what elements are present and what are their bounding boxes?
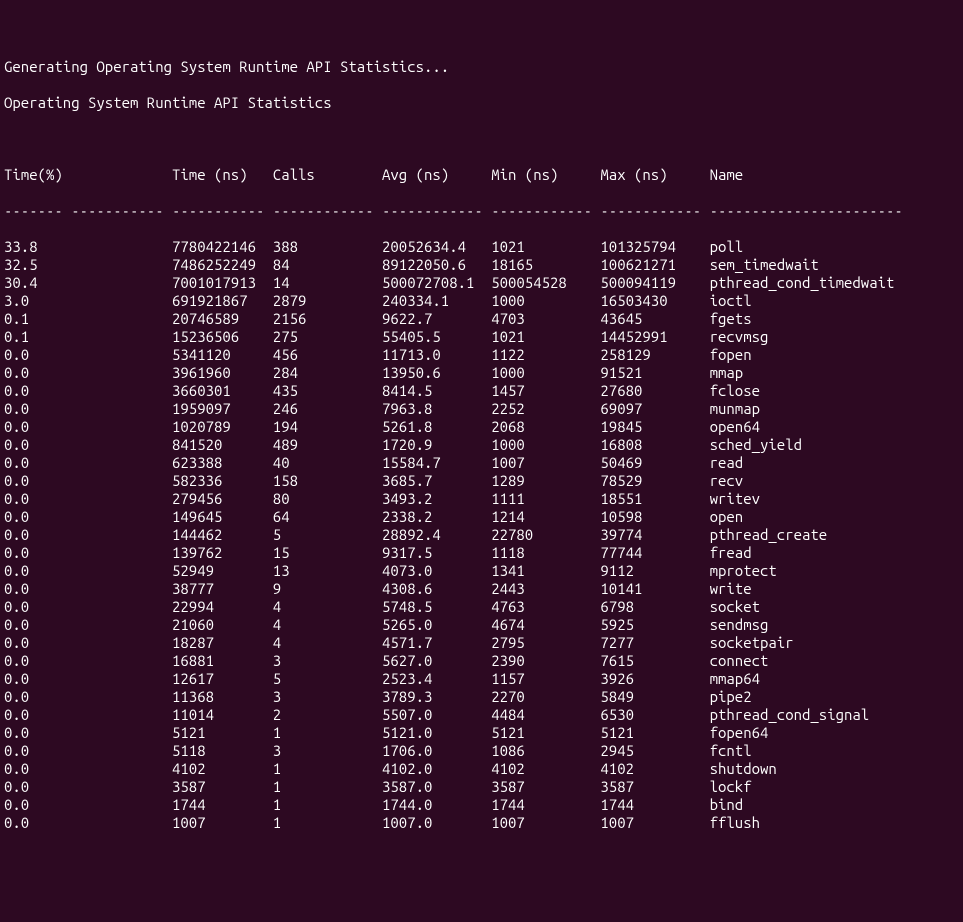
os-api-stats-row: 0.0 11014 2 5507.0 4484 6530 pthread_con… [4, 706, 963, 724]
section1-separator-row: ------- ----------- ----------- --------… [4, 202, 963, 220]
os-api-stats-row: 0.0 279456 80 3493.2 1111 18551 writev [4, 490, 963, 508]
terminal-screen[interactable]: Generating Operating System Runtime API … [0, 36, 963, 922]
section1-gen-line: Generating Operating System Runtime API … [4, 58, 963, 76]
os-api-stats-row: 0.0 4102 1 4102.0 4102 4102 shutdown [4, 760, 963, 778]
os-api-stats-row: 0.0 22994 4 5748.5 4763 6798 socket [4, 598, 963, 616]
section1-header-row: Time(%) Time (ns) Calls Avg (ns) Min (ns… [4, 166, 963, 184]
os-api-stats-row: 0.0 1744 1 1744.0 1744 1744 bind [4, 796, 963, 814]
os-api-stats-row: 0.0 623388 40 15584.7 1007 50469 read [4, 454, 963, 472]
os-api-stats-row: 0.0 3961960 284 13950.6 1000 91521 mmap [4, 364, 963, 382]
os-api-stats-row: 0.0 149645 64 2338.2 1214 10598 open [4, 508, 963, 526]
os-api-stats-row: 0.0 841520 489 1720.9 1000 16808 sched_y… [4, 436, 963, 454]
os-api-stats-row: 0.0 18287 4 4571.7 2795 7277 socketpair [4, 634, 963, 652]
os-api-stats-row: 0.0 38777 9 4308.6 2443 10141 write [4, 580, 963, 598]
blank-line [4, 886, 963, 904]
os-api-stats-row: 0.0 16881 3 5627.0 2390 7615 connect [4, 652, 963, 670]
section1-title-line: Operating System Runtime API Statistics [4, 94, 963, 112]
os-api-stats-row: 0.0 21060 4 5265.0 4674 5925 sendmsg [4, 616, 963, 634]
os-api-stats-row: 0.1 15236506 275 55405.5 1021 14452991 r… [4, 328, 963, 346]
os-api-stats-row: 0.0 139762 15 9317.5 1118 77744 fread [4, 544, 963, 562]
os-api-stats-row: 0.0 12617 5 2523.4 1157 3926 mmap64 [4, 670, 963, 688]
os-api-stats-row: 0.0 3587 1 3587.0 3587 3587 lockf [4, 778, 963, 796]
blank-line [4, 130, 963, 148]
os-api-stats-row: 0.0 5341120 456 11713.0 1122 258129 fope… [4, 346, 963, 364]
os-api-stats-row: 0.0 11368 3 3789.3 2270 5849 pipe2 [4, 688, 963, 706]
os-api-stats-row: 0.1 20746589 2156 9622.7 4703 43645 fget… [4, 310, 963, 328]
os-api-stats-row: 30.4 7001017913 14 500072708.1 500054528… [4, 274, 963, 292]
os-api-stats-row: 3.0 691921867 2879 240334.1 1000 1650343… [4, 292, 963, 310]
os-api-stats-row: 33.8 7780422146 388 20052634.4 1021 1013… [4, 238, 963, 256]
os-api-stats-row: 0.0 1020789 194 5261.8 2068 19845 open64 [4, 418, 963, 436]
os-api-stats-row: 0.0 144462 5 28892.4 22780 39774 pthread… [4, 526, 963, 544]
os-api-stats-row: 0.0 582336 158 3685.7 1289 78529 recv [4, 472, 963, 490]
blank-line [4, 850, 963, 868]
os-api-stats-row: 0.0 1007 1 1007.0 1007 1007 fflush [4, 814, 963, 832]
os-api-stats-row: 0.0 3660301 435 8414.5 1457 27680 fclose [4, 382, 963, 400]
os-api-stats-row: 0.0 52949 13 4073.0 1341 9112 mprotect [4, 562, 963, 580]
os-api-stats-row: 32.5 7486252249 84 89122050.6 18165 1006… [4, 256, 963, 274]
os-api-stats-row: 0.0 5121 1 5121.0 5121 5121 fopen64 [4, 724, 963, 742]
os-api-stats-row: 0.0 1959097 246 7963.8 2252 69097 munmap [4, 400, 963, 418]
os-api-stats-row: 0.0 5118 3 1706.0 1086 2945 fcntl [4, 742, 963, 760]
